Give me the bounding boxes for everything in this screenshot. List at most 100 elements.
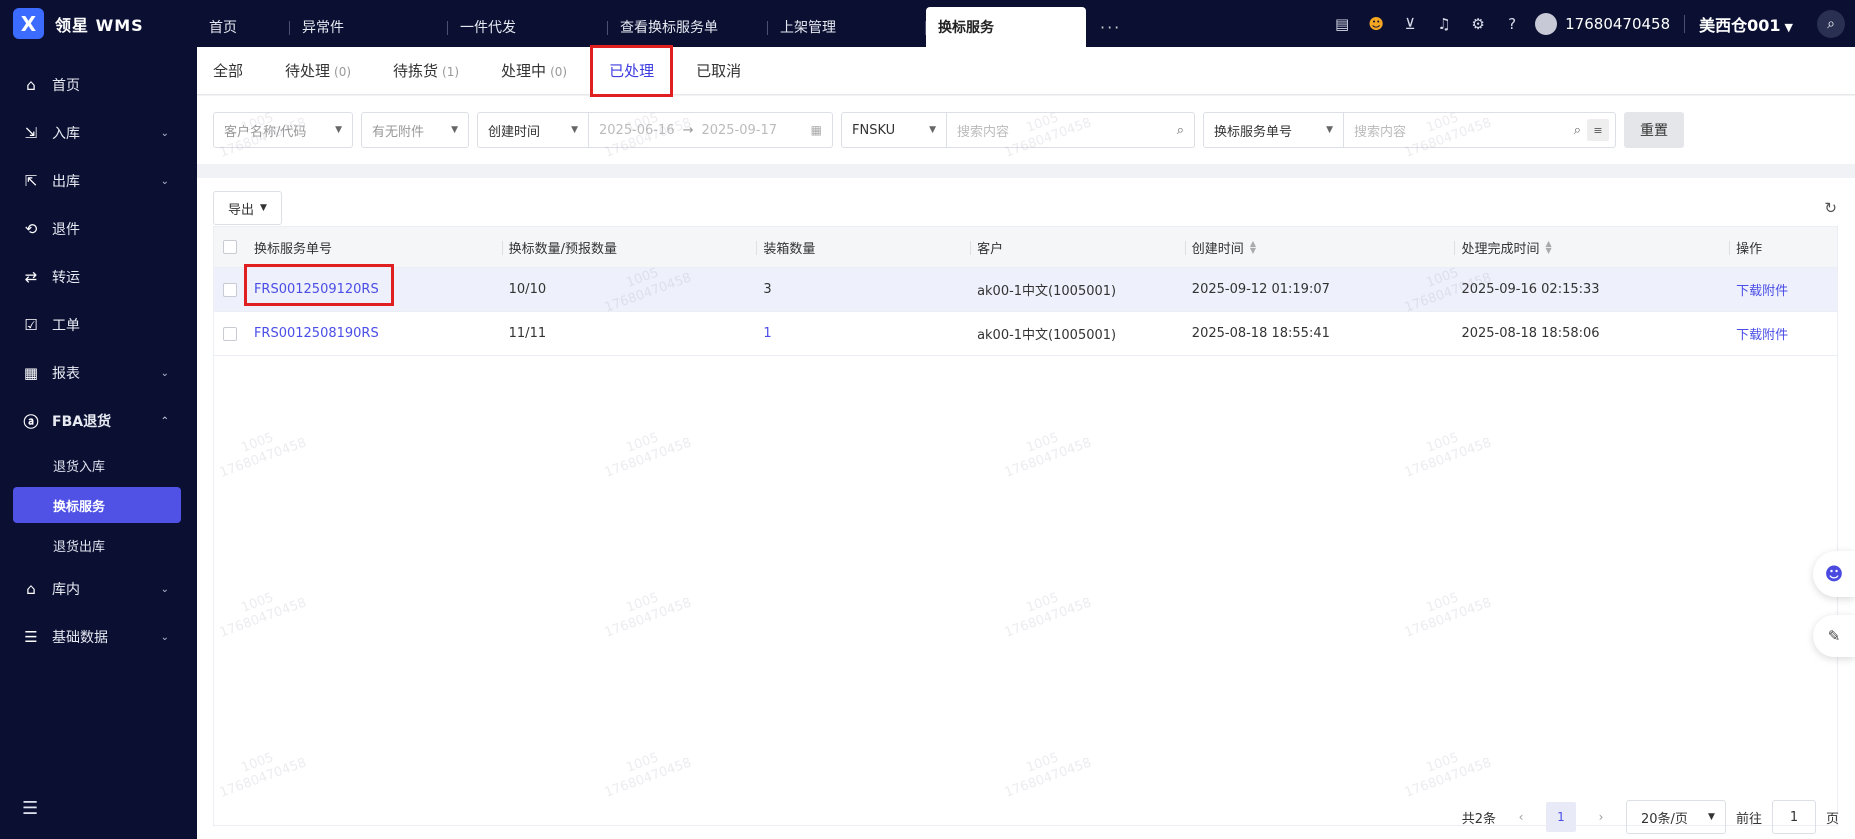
order-filter: 换标服务单号 ▼ 搜索内容 ⌕ ≡ xyxy=(1203,112,1616,148)
user-phone[interactable]: 17680470458 xyxy=(1565,15,1670,33)
sku-type-value: FNSKU xyxy=(852,122,896,138)
transfer-icon: ⇄ xyxy=(24,268,38,286)
tab-exceptions[interactable]: 异常件 xyxy=(290,7,448,47)
inbox-icon[interactable]: ▤ xyxy=(1325,0,1359,47)
sidebar-item-transfer[interactable]: ⇄ 转运 xyxy=(0,253,197,301)
column-header: 换标服务单号 xyxy=(253,241,332,257)
pagination: 共2条 ‹ 1 › 20条/页 ▼ 前往 1 页 xyxy=(1452,799,1839,835)
sidebar-item-fba-returns[interactable]: ⓐ FBA退货 ⌃ xyxy=(0,397,197,445)
robot-icon[interactable]: ☻ xyxy=(1359,0,1393,47)
export-button[interactable]: 导出 ▼ xyxy=(213,191,282,225)
assistant-robot-icon[interactable]: ☻ xyxy=(1813,551,1855,597)
reset-button[interactable]: 重置 xyxy=(1624,112,1684,148)
sidebar-item-basic-data[interactable]: ☰ 基础数据 ⌄ xyxy=(0,613,197,661)
sidebar-subitem-relabel-service[interactable]: 换标服务 xyxy=(13,487,181,523)
sidebar-item-inbound[interactable]: ⇲ 入库 ⌄ xyxy=(0,109,197,157)
sort-icon[interactable]: ▲ ▼ xyxy=(1250,240,1256,255)
order-no-link[interactable]: FRS0012508190RS xyxy=(247,312,502,355)
sidebar-subitem-return-inbound[interactable]: 退货入库 xyxy=(0,445,197,485)
workorder-icon: ☑ xyxy=(24,316,38,334)
tab-putaway[interactable]: 上架管理 xyxy=(768,7,926,47)
status-tab-label: 已取消 xyxy=(696,62,742,80)
status-tab-processed[interactable]: 已处理 xyxy=(590,44,674,97)
status-tab-all[interactable]: 全部 xyxy=(213,60,243,81)
prev-page-icon[interactable]: ‹ xyxy=(1506,802,1536,832)
table-panel: 导出 ▼ ↻ 换标服务单号 换标数量/预报数量 装箱数量 客户 创建时间 ▲ ▼ 处理… xyxy=(197,178,1855,839)
sidebar: ⌂ 首页 ⇲ 入库 ⌄ ⇱ 出库 ⌄ ⟲ 退件 ⇄ 转运 ☑ 工单 ▦ 报表 ⌄ ⓐ FBA退货 ⌃ 退… xyxy=(0,47,197,839)
status-tab-to-pick[interactable]: 待拣货 (1) xyxy=(393,60,459,81)
chevron-down-icon: ▼ xyxy=(451,125,458,135)
tab-view-relabel-orders[interactable]: 查看换标服务单 xyxy=(608,7,768,47)
batch-search-icon[interactable]: ≡ xyxy=(1587,119,1609,141)
notes-icon[interactable]: ✎ xyxy=(1813,615,1855,657)
home-icon: ⌂ xyxy=(26,76,36,94)
sidebar-item-label: FBA退货 xyxy=(52,414,112,430)
column-header-created[interactable]: 创建时间 ▲ ▼ xyxy=(1184,227,1455,267)
sidebar-item-outbound[interactable]: ⇱ 出库 ⌄ xyxy=(0,157,197,205)
sidebar-item-inventory[interactable]: ⌂ 库内 ⌄ xyxy=(0,565,197,613)
status-tab-cancelled[interactable]: 已取消 xyxy=(696,60,741,81)
box-qty-link[interactable]: 1 xyxy=(756,312,970,355)
search-icon[interactable]: ⌕ xyxy=(1177,123,1184,138)
status-tabs: 全部 待处理 (0) 待拣货 (1) 处理中 (0) 已处理 已取消 xyxy=(197,44,1855,97)
next-page-icon[interactable]: › xyxy=(1586,802,1616,832)
avatar[interactable] xyxy=(1535,12,1558,35)
date-range-picker[interactable]: 2025-06-16 → 2025-09-17 ▦ xyxy=(589,112,833,148)
sidebar-item-home[interactable]: ⌂ 首页 xyxy=(0,61,197,109)
page-size-select[interactable]: 20条/页 ▼ xyxy=(1625,800,1726,834)
status-tab-label: 待拣货 xyxy=(393,62,439,80)
column-header: 创建时间 xyxy=(1191,241,1244,257)
search-icon[interactable]: ⌕ xyxy=(1817,9,1845,38)
date-type-select[interactable]: 创建时间 ▼ xyxy=(477,112,589,148)
order-search-input[interactable]: 搜索内容 ⌕ ≡ xyxy=(1344,112,1616,148)
download-attachment-link[interactable]: 下载附件 xyxy=(1729,268,1837,311)
order-type-select[interactable]: 换标服务单号 ▼ xyxy=(1203,112,1344,148)
warehouse-selector[interactable]: 美西仓001 ▼ xyxy=(1699,12,1793,36)
order-type-value: 换标服务单号 xyxy=(1214,124,1293,140)
select-all-checkbox[interactable] xyxy=(223,240,238,254)
app-logo[interactable]: X 领星 WMS xyxy=(0,0,197,47)
goto-label: 前往 xyxy=(1735,811,1762,827)
refresh-icon[interactable]: ↻ xyxy=(1824,199,1837,217)
sidebar-subitem-return-outbound[interactable]: 退货出库 xyxy=(0,525,197,565)
status-tab-label: 处理中 xyxy=(501,62,547,80)
column-header-finished[interactable]: 处理完成时间 ▲ ▼ xyxy=(1454,227,1729,267)
page-number[interactable]: 1 xyxy=(1545,802,1576,832)
customer-cell: ak00-1中文(1005001) xyxy=(977,284,1117,299)
row-checkbox[interactable] xyxy=(223,282,238,297)
customer-select[interactable]: 客户名称/代码 ▼ xyxy=(213,112,353,148)
sidebar-item-workorder[interactable]: ☑ 工单 xyxy=(0,301,197,349)
tab-home[interactable]: 首页 xyxy=(197,7,290,47)
sidebar-item-label: 基础数据 xyxy=(52,630,108,646)
goto-page-input[interactable]: 1 xyxy=(1771,800,1816,834)
finished-cell: 2025-08-18 18:58:06 xyxy=(1461,326,1600,341)
row-checkbox[interactable] xyxy=(223,326,238,341)
status-tab-pending[interactable]: 待处理 (0) xyxy=(285,60,351,81)
settings-icon[interactable]: ⚙ xyxy=(1461,0,1495,47)
bell-icon[interactable]: ♫ xyxy=(1427,0,1461,47)
chevron-down-icon: ▼ xyxy=(260,203,267,213)
status-tab-processing[interactable]: 处理中 (0) xyxy=(501,60,567,81)
arrow-right-icon: → xyxy=(682,122,694,138)
orders-table: 换标服务单号 换标数量/预报数量 装箱数量 客户 创建时间 ▲ ▼ 处理完成时间 ▲ ▼… xyxy=(213,226,1838,826)
sidebar-item-returns[interactable]: ⟲ 退件 xyxy=(0,205,197,253)
help-icon[interactable]: ? xyxy=(1495,0,1529,47)
search-icon[interactable]: ⌕ xyxy=(1574,123,1581,138)
sidebar-item-label: 出库 xyxy=(52,174,80,190)
table-row: FRS0012508190RS 11/11 1 ak00-1中文(1005001… xyxy=(214,312,1837,356)
download-icon[interactable]: ⊻ xyxy=(1393,0,1427,47)
tab-relabel-service[interactable]: 换标服务 xyxy=(926,7,1086,47)
date-start: 2025-06-16 xyxy=(599,122,675,138)
attachment-select[interactable]: 有无附件 ▼ xyxy=(361,112,469,148)
download-attachment-link[interactable]: 下载附件 xyxy=(1729,312,1837,355)
tab-dropship[interactable]: 一件代发 xyxy=(448,7,608,47)
tabs-more-button[interactable]: ··· xyxy=(1086,7,1135,47)
sidebar-item-label: 转运 xyxy=(52,270,80,286)
collapse-sidebar-icon[interactable]: ☰ xyxy=(22,798,38,819)
sidebar-item-reports[interactable]: ▦ 报表 ⌄ xyxy=(0,349,197,397)
total-count: 共2条 xyxy=(1461,811,1496,827)
sku-type-select[interactable]: FNSKU ▼ xyxy=(841,112,947,148)
sort-icon[interactable]: ▲ ▼ xyxy=(1545,240,1551,255)
sku-search-input[interactable]: 搜索内容 ⌕ xyxy=(947,112,1195,148)
customer-cell: ak00-1中文(1005001) xyxy=(977,328,1117,343)
